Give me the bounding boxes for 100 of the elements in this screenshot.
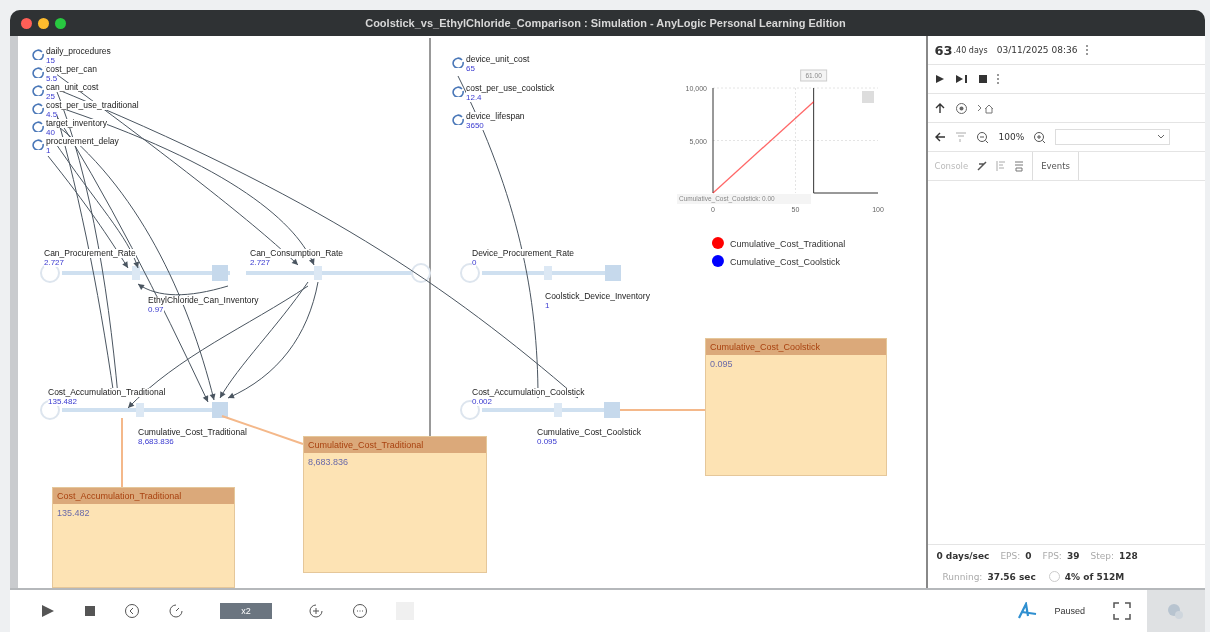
parameter-value: 40: [46, 128, 55, 137]
cloud-icon: [40, 263, 60, 283]
parameter-icon: [32, 102, 44, 114]
panel-value: 135.482: [56, 507, 91, 520]
chevron-icon: [1157, 134, 1166, 140]
stock-icon: [212, 402, 228, 418]
parameter-value: 65: [466, 64, 475, 73]
flow-name: Device_Procurement_Rate: [472, 249, 575, 258]
panel-title: Cumulative_Cost_Traditional: [304, 437, 486, 453]
parameter-value: 3650: [466, 121, 484, 130]
parameter-icon: [452, 113, 464, 125]
slow-down-icon[interactable]: [124, 603, 140, 619]
stock-value: 8,683.836: [138, 437, 174, 446]
parameter-icon: [452, 56, 464, 68]
flow-value: 135.482: [48, 397, 77, 406]
more-icon[interactable]: [1086, 45, 1089, 55]
stock-name: Coolstick_Device_Inventory: [545, 292, 650, 301]
stop-icon[interactable]: [978, 74, 989, 84]
valve-icon: [554, 403, 562, 417]
panel-value: 0.095: [709, 358, 734, 371]
stock-icon: [605, 265, 621, 281]
parameter-name: device_unit_cost: [466, 55, 530, 64]
zoom-out-icon[interactable]: [976, 130, 990, 144]
panel-title: Cumulative_Cost_Coolstick: [706, 339, 886, 355]
up-arrow-icon[interactable]: [934, 102, 947, 114]
valve-icon: [544, 266, 552, 280]
reset-speed-icon[interactable]: [168, 603, 184, 619]
flow-value: 2.727: [44, 258, 65, 267]
clear-icon[interactable]: [976, 160, 989, 172]
parameter-icon: [452, 85, 464, 97]
run-state: Paused: [1054, 606, 1085, 616]
window-title: Coolstick_vs_EthylChloride_Comparison : Simulation - AnyLogic Personal Learning Edition: [364, 17, 847, 29]
connector-line: [121, 417, 123, 488]
parameter-name: cost_per_can: [46, 65, 98, 74]
list-icon[interactable]: [1014, 160, 1025, 172]
model-date: 03/11/2025 08:36: [996, 45, 1078, 55]
stock-name: EthylChloride_Can_Inventory: [148, 296, 259, 305]
flow-value: 0.002: [472, 397, 493, 406]
parameter-value: 4.5: [46, 110, 58, 119]
fps-value: 39: [1066, 551, 1080, 561]
flow-value: 0: [472, 258, 477, 267]
minimize-button[interactable]: [38, 17, 49, 29]
stock-value: 0.095: [537, 437, 558, 446]
fullscreen-icon[interactable]: [1113, 602, 1131, 620]
parameter-value: 12.4: [466, 93, 482, 102]
logo-icon: [1016, 602, 1039, 620]
stock-name: Cumulative_Cost_Traditional: [138, 428, 247, 437]
legend-label: Cumulative_Cost_Coolstick: [729, 257, 840, 267]
x-axis: [813, 192, 879, 194]
speed-button[interactable]: x2: [220, 603, 272, 619]
parameter-name: device_lifespan: [466, 112, 525, 121]
valve-icon: [314, 266, 322, 280]
eps-value: 0: [1025, 551, 1032, 561]
flow-name: Cost_Accumulation_Coolstick: [472, 388, 585, 397]
flow-name: Can_Consumption_Rate: [250, 249, 344, 258]
close-button[interactable]: [21, 17, 32, 29]
panel-value: 8,683.836: [307, 456, 350, 469]
parameter-name: can_unit_cost: [46, 83, 99, 92]
maximize-button[interactable]: [55, 17, 66, 29]
flow-value: 2.727: [250, 258, 271, 267]
running-label: Running:: [942, 571, 983, 582]
cloud-icon: [411, 263, 431, 283]
parameter-icon: [32, 120, 44, 132]
breadcrumb-home-icon[interactable]: [977, 102, 996, 114]
back-arrow-icon[interactable]: [934, 131, 947, 143]
zoom-in-icon[interactable]: [1033, 130, 1047, 144]
cloud-icon: [460, 263, 480, 283]
parameter-name: daily_procedures: [46, 47, 111, 56]
valve-icon: [132, 266, 140, 280]
model-time: 63: [934, 42, 953, 58]
parameter-name: cost_per_use_traditional: [46, 101, 139, 110]
run-icon[interactable]: [40, 603, 56, 619]
legend-label: Cumulative_Cost_Traditional: [729, 239, 846, 249]
parameter-name: procurement_delay: [46, 137, 119, 146]
stock-value: 0.97: [148, 305, 164, 314]
panel-title: Cost_Accumulation_Traditional: [53, 488, 234, 504]
speed-rate: 0 days/sec: [936, 551, 990, 561]
eps-label: EPS:: [1000, 551, 1021, 561]
stock-icon: [604, 402, 620, 418]
running-time: 37.56 sec: [987, 571, 1036, 582]
zoom-level: 100%: [998, 132, 1025, 142]
parameter-icon: [32, 84, 44, 96]
more-icon[interactable]: [352, 603, 368, 619]
parameter-value: 1: [46, 146, 51, 155]
parameter-value: 15: [46, 56, 55, 65]
parameter-name: cost_per_use_coolstick: [466, 84, 555, 93]
target-icon[interactable]: [955, 101, 969, 115]
step-value: 128: [1118, 551, 1138, 561]
parameter-value: 5.5: [46, 74, 58, 83]
fps-label: FPS:: [1042, 551, 1062, 561]
valve-icon: [136, 403, 144, 417]
stop-icon[interactable]: [84, 605, 96, 617]
more-icon[interactable]: [997, 74, 1000, 84]
step-icon[interactable]: [955, 73, 970, 85]
flow-name: Cost_Accumulation_Traditional: [48, 388, 166, 397]
panel-tab[interactable]: Events: [1032, 152, 1079, 180]
step-label: Step:: [1090, 551, 1114, 561]
model-time-fraction: .40 days: [953, 45, 988, 55]
parameter-name: target_inventory: [46, 119, 107, 128]
speed-up-icon[interactable]: [308, 603, 324, 619]
